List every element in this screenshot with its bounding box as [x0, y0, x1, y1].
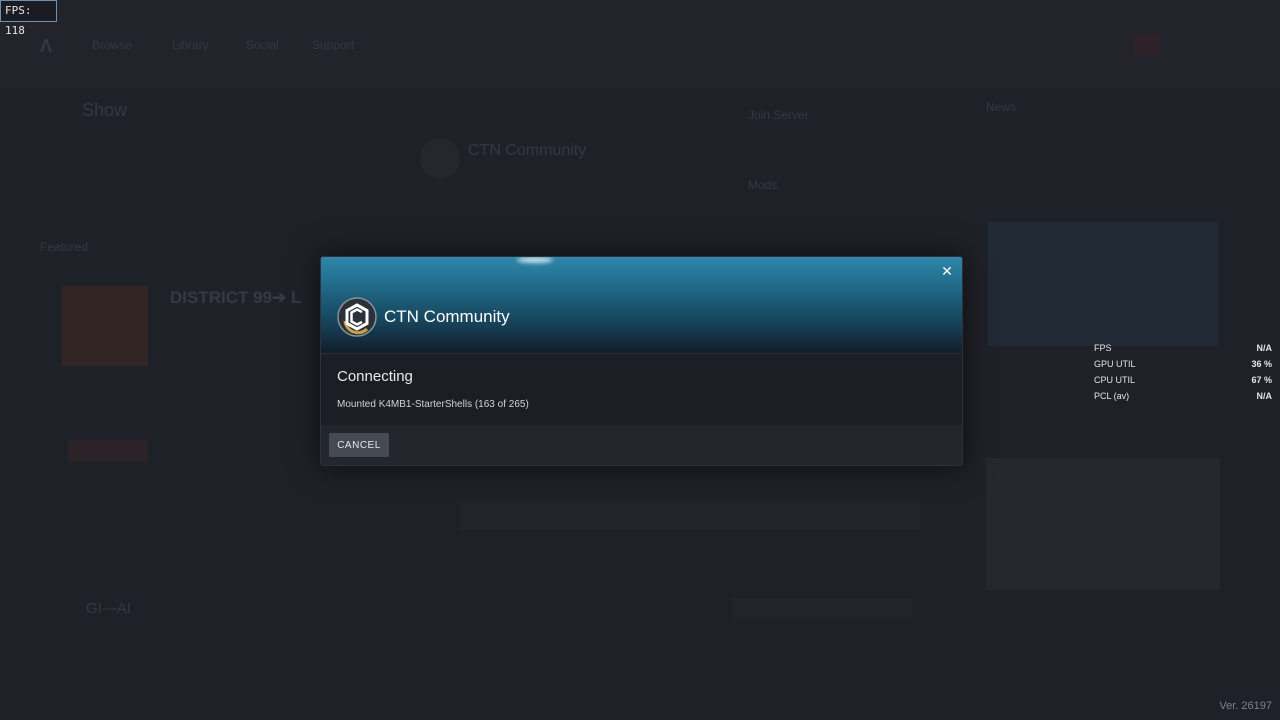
- perf-value: 67 %: [1251, 375, 1272, 385]
- perf-label: CPU UTIL: [1094, 375, 1136, 385]
- perf-row-fps: FPS N/A: [1094, 340, 1272, 356]
- perf-label: PCL (av): [1094, 391, 1130, 401]
- fps-counter: FPS: 118: [0, 0, 57, 37]
- perf-row-gpu: GPU UTIL 36 %: [1094, 356, 1272, 372]
- close-icon[interactable]: ✕: [940, 264, 954, 278]
- perf-row-pcl: PCL (av) N/A: [1094, 388, 1272, 404]
- dialog-header: ✕ CTN Community: [321, 257, 962, 352]
- perf-label: FPS: [1094, 343, 1112, 353]
- server-name: CTN Community: [384, 307, 510, 326]
- performance-overlay: FPS N/A GPU UTIL 36 % CPU UTIL 67 % PCL …: [1094, 340, 1272, 404]
- perf-row-cpu: CPU UTIL 67 %: [1094, 372, 1272, 388]
- perf-value: N/A: [1256, 391, 1273, 401]
- perf-value: 36 %: [1251, 359, 1272, 369]
- status-detail: Mounted K4MB1-StarterShells (163 of 265): [337, 399, 529, 410]
- dialog-footer: CANCEL: [321, 425, 962, 465]
- status-title: Connecting: [337, 368, 413, 385]
- cancel-button[interactable]: CANCEL: [329, 433, 389, 457]
- connecting-dialog: ✕ CTN Community Connecting Mounted K4MB1…: [320, 256, 963, 466]
- ctn-logo-icon: [337, 297, 377, 337]
- perf-label: GPU UTIL: [1094, 359, 1136, 369]
- header-glow: [517, 257, 553, 263]
- dialog-body: Connecting Mounted K4MB1-StarterShells (…: [321, 353, 962, 426]
- perf-value: N/A: [1256, 343, 1273, 353]
- version-label: Ver. 26197: [1219, 700, 1272, 712]
